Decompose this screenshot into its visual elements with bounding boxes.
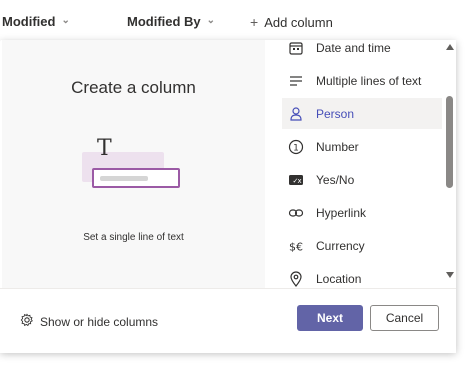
svg-text:x: x (298, 177, 302, 185)
chevron-down-icon: ⌄ (206, 15, 216, 26)
create-column-panel: Create a column T Set a single line of t… (0, 40, 456, 353)
number-icon: 1 (288, 139, 304, 155)
add-column-button[interactable]: + Add column (250, 14, 333, 30)
column-type-label: Number (316, 139, 359, 154)
location-icon (288, 270, 304, 287)
column-type-label: Currency (316, 238, 365, 253)
show-hide-columns-label: Show or hide columns (40, 314, 159, 329)
column-type-label: Date and time (316, 40, 391, 55)
currency-icon: $€ (288, 238, 304, 254)
link-icon (288, 205, 304, 221)
column-type-multiple-lines[interactable]: Multiple lines of text (282, 65, 442, 96)
column-type-currency[interactable]: $€ Currency (282, 230, 442, 261)
add-column-label: Add column (264, 14, 333, 30)
column-header-modified-label: Modified (2, 14, 56, 29)
person-icon (288, 106, 304, 122)
svg-text:1: 1 (293, 143, 299, 153)
panel-footer: Show or hide columns Next Cancel (0, 288, 456, 353)
illustration-textbox (92, 168, 180, 188)
plus-icon: + (250, 14, 259, 30)
column-type-hyperlink[interactable]: Hyperlink (282, 197, 442, 228)
column-type-label: Hyperlink (316, 205, 367, 220)
column-type-preview: Create a column T Set a single line of t… (2, 40, 265, 288)
column-type-label: Multiple lines of text (316, 73, 422, 88)
column-header-modified-by[interactable]: Modified By ⌄ (127, 14, 215, 29)
scrollbar-thumb[interactable] (446, 96, 453, 188)
scroll-up-arrow-icon[interactable] (446, 44, 454, 50)
column-type-number[interactable]: 1 Number (282, 131, 442, 162)
illustration-text-icon: T (97, 136, 112, 161)
lines-icon (288, 73, 304, 89)
chevron-down-icon: ⌄ (61, 15, 70, 26)
cancel-button[interactable]: Cancel (370, 305, 439, 331)
column-type-yes-no[interactable]: ✓ x Yes/No (282, 164, 442, 195)
gear-icon (20, 313, 34, 330)
svg-text:$€: $€ (289, 240, 303, 253)
column-type-list[interactable]: Date and time Multiple lines of text Per… (265, 40, 456, 288)
column-header-modified-by-label: Modified By (127, 14, 201, 29)
toggle-icon: ✓ x (288, 172, 304, 188)
show-hide-columns-link[interactable]: Show or hide columns (20, 313, 158, 330)
column-type-scrollbar[interactable] (444, 40, 456, 288)
calendar-icon (288, 40, 304, 56)
next-button[interactable]: Next (297, 305, 363, 331)
preview-description: Set a single line of text (83, 232, 184, 243)
preview-title: Create a column (71, 78, 196, 97)
column-type-date-and-time[interactable]: Date and time (282, 40, 442, 63)
column-type-location[interactable]: Location (282, 263, 442, 288)
list-header-bar: Modified ⌄ Modified By ⌄ + Add column (0, 0, 474, 42)
column-type-label: Location (316, 271, 362, 286)
scroll-down-arrow-icon[interactable] (446, 272, 454, 278)
column-type-label: Person (316, 106, 355, 121)
column-type-label: Yes/No (316, 172, 355, 187)
column-type-person[interactable]: Person (282, 98, 442, 129)
column-header-modified[interactable]: Modified ⌄ (2, 14, 70, 29)
